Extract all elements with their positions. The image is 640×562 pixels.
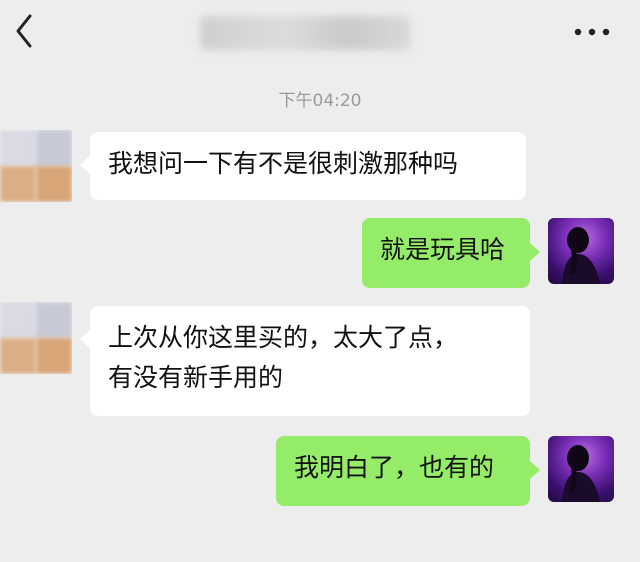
avatar-figure-icon — [562, 227, 600, 284]
contact-avatar[interactable] — [0, 302, 72, 374]
my-avatar[interactable] — [548, 218, 614, 284]
chat-title-redacted — [200, 16, 410, 50]
bubble-tail — [530, 461, 540, 479]
message-timestamp: 下午04:20 — [278, 91, 362, 111]
message-text: 我想问一下有不是很刺激那种吗 — [108, 149, 459, 178]
more-button[interactable] — [568, 14, 616, 48]
back-button[interactable] — [10, 12, 40, 50]
bubble-tail — [80, 156, 90, 174]
message-bubble-incoming[interactable]: 上次从你这里买的，太大了点， 有没有新手用的 — [90, 306, 530, 416]
message-text-line: 有没有新手用的 — [108, 363, 284, 392]
more-dots-icon — [574, 28, 610, 36]
contact-avatar[interactable] — [0, 130, 72, 202]
my-avatar[interactable] — [548, 436, 614, 502]
message-text: 我明白了，也有的 — [294, 453, 495, 482]
bubble-tail — [530, 243, 540, 261]
message-bubble-incoming[interactable]: 我想问一下有不是很刺激那种吗 — [90, 132, 526, 200]
bubble-tail — [80, 330, 90, 348]
message-text-line: 上次从你这里买的，太大了点， — [108, 323, 459, 352]
avatar-figure-icon — [562, 445, 600, 502]
message-bubble-outgoing[interactable]: 就是玩具哈 — [362, 218, 530, 288]
message-text: 就是玩具哈 — [380, 235, 506, 264]
message-bubble-outgoing[interactable]: 我明白了，也有的 — [276, 436, 530, 506]
chevron-left-icon — [16, 14, 32, 48]
chat-header — [0, 0, 640, 64]
